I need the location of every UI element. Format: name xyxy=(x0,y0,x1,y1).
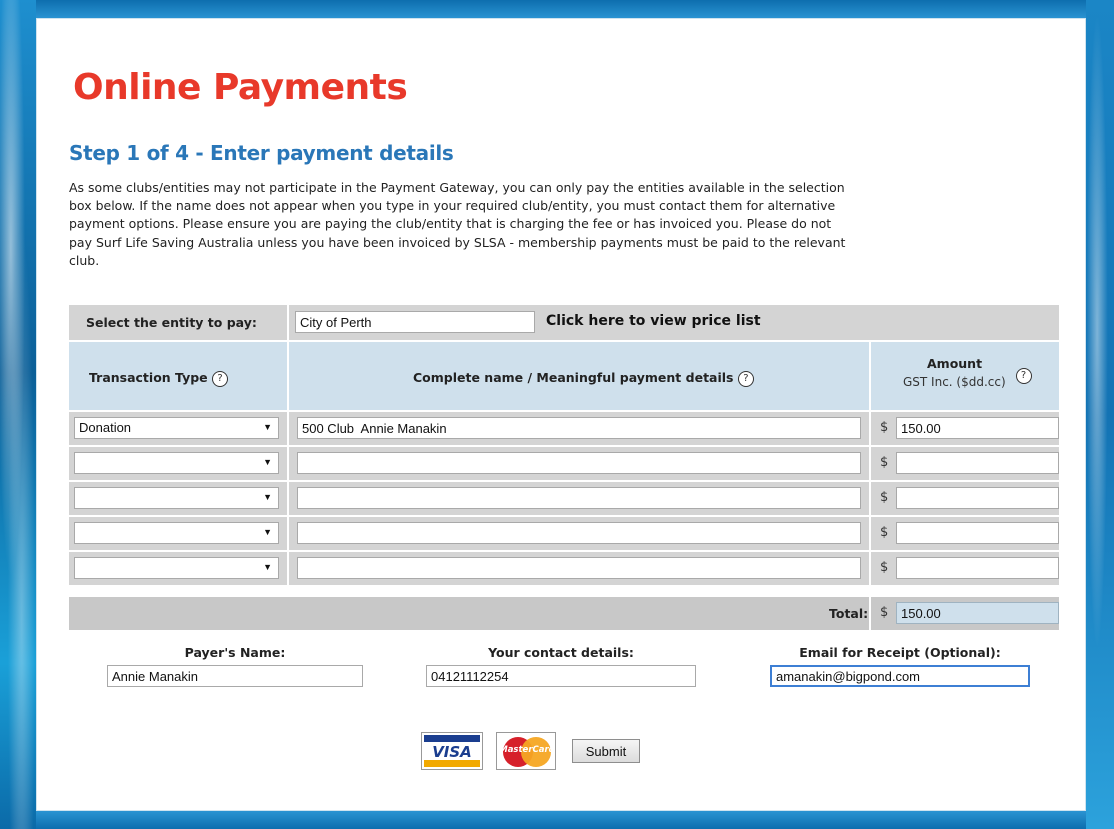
visa-text: VISA xyxy=(432,743,472,761)
amount-input[interactable] xyxy=(896,557,1059,579)
divider xyxy=(287,447,289,480)
help-icon[interactable]: ? xyxy=(737,370,754,387)
visa-band-top xyxy=(424,735,480,742)
table-row: ▼ $ xyxy=(69,447,1059,480)
payer-name-label: Payer's Name: xyxy=(184,645,286,660)
divider xyxy=(869,552,871,585)
intro-text: As some clubs/entities may not participa… xyxy=(69,180,846,268)
divider xyxy=(287,482,289,515)
currency-symbol: $ xyxy=(880,525,889,540)
mastercard-logo: MasterCard xyxy=(496,732,556,770)
divider xyxy=(287,412,289,445)
transaction-type-select[interactable]: ▼ xyxy=(74,557,279,579)
email-input[interactable] xyxy=(770,665,1030,687)
bottom-ocean-border xyxy=(0,811,1114,829)
amount-input[interactable] xyxy=(896,522,1059,544)
table-header: Transaction Type ? Complete name / Meani… xyxy=(69,342,1059,410)
table-row: ▼ $ xyxy=(69,482,1059,515)
visa-band-bottom xyxy=(424,760,480,767)
divider xyxy=(287,552,289,585)
visa-logo: VISA xyxy=(421,732,483,770)
payment-details-input[interactable] xyxy=(297,557,861,579)
header-amount-label: Amount xyxy=(927,356,983,371)
payment-details-input[interactable] xyxy=(297,522,861,544)
entity-label: Select the entity to pay: xyxy=(86,315,257,330)
payer-name-input[interactable] xyxy=(107,665,363,687)
price-list-link[interactable]: Click here to view price list xyxy=(546,313,761,329)
step-title: Step 1 of 4 - Enter payment details xyxy=(69,141,454,165)
currency-symbol: $ xyxy=(880,605,889,620)
dropdown-arrow-icon: ▼ xyxy=(263,527,272,537)
currency-symbol: $ xyxy=(880,420,889,435)
divider xyxy=(869,482,871,515)
header-transaction-type: Transaction Type ? xyxy=(69,342,287,410)
header-amount: Amount GST Inc. ($dd.cc) ? xyxy=(871,342,1059,410)
amount-input[interactable] xyxy=(896,487,1059,509)
header-transaction-type-label: Transaction Type xyxy=(89,370,208,385)
ocean-background-left xyxy=(0,0,36,829)
email-receipt-label: Email for Receipt (Optional): xyxy=(799,645,1001,660)
ocean-background-right xyxy=(1086,0,1114,829)
divider xyxy=(869,412,871,445)
dropdown-arrow-icon: ▼ xyxy=(263,422,272,432)
payment-details-input[interactable] xyxy=(297,452,861,474)
divider xyxy=(869,597,871,630)
currency-symbol: $ xyxy=(880,490,889,505)
amount-input[interactable] xyxy=(896,452,1059,474)
top-ocean-border xyxy=(0,0,1114,18)
transaction-type-select[interactable]: ▼ xyxy=(74,487,279,509)
transaction-type-select[interactable]: ▼ xyxy=(74,452,279,474)
table-row: Donation ▼ $ xyxy=(69,412,1059,445)
divider xyxy=(869,517,871,550)
help-icon[interactable]: ? xyxy=(1015,367,1032,384)
header-amount-sub: GST Inc. ($dd.cc) xyxy=(903,375,1006,389)
transaction-type-select[interactable]: Donation ▼ xyxy=(74,417,279,439)
page-title: Online Payments xyxy=(73,67,408,108)
divider xyxy=(287,305,289,340)
help-icon[interactable]: ? xyxy=(212,370,229,387)
contact-details-input[interactable] xyxy=(426,665,696,687)
payment-details-input[interactable] xyxy=(297,487,861,509)
submit-button[interactable]: Submit xyxy=(572,739,640,763)
contact-details-label: Your contact details: xyxy=(488,645,634,660)
payment-details-input[interactable] xyxy=(297,417,861,439)
entity-row: Select the entity to pay: Click here to … xyxy=(69,305,1059,340)
table-row: ▼ $ xyxy=(69,552,1059,585)
amount-input[interactable] xyxy=(896,417,1059,439)
payment-panel: Online Payments Step 1 of 4 - Enter paym… xyxy=(36,18,1086,811)
mastercard-text: MasterCard xyxy=(499,745,555,755)
header-details: Complete name / Meaningful payment detai… xyxy=(289,342,869,410)
divider xyxy=(287,517,289,550)
dropdown-arrow-icon: ▼ xyxy=(263,457,272,467)
total-label: Total: xyxy=(829,606,869,621)
total-amount-field xyxy=(896,602,1059,624)
selected-value: Donation xyxy=(79,420,132,435)
dropdown-arrow-icon: ▼ xyxy=(263,492,272,502)
dropdown-arrow-icon: ▼ xyxy=(263,562,272,572)
divider xyxy=(869,447,871,480)
currency-symbol: $ xyxy=(880,560,889,575)
entity-input[interactable] xyxy=(295,311,535,333)
table-row: ▼ $ xyxy=(69,517,1059,550)
currency-symbol: $ xyxy=(880,455,889,470)
transaction-type-select[interactable]: ▼ xyxy=(74,522,279,544)
total-row: Total: $ xyxy=(69,597,1059,630)
header-details-label: Complete name / Meaningful payment detai… xyxy=(413,370,734,385)
